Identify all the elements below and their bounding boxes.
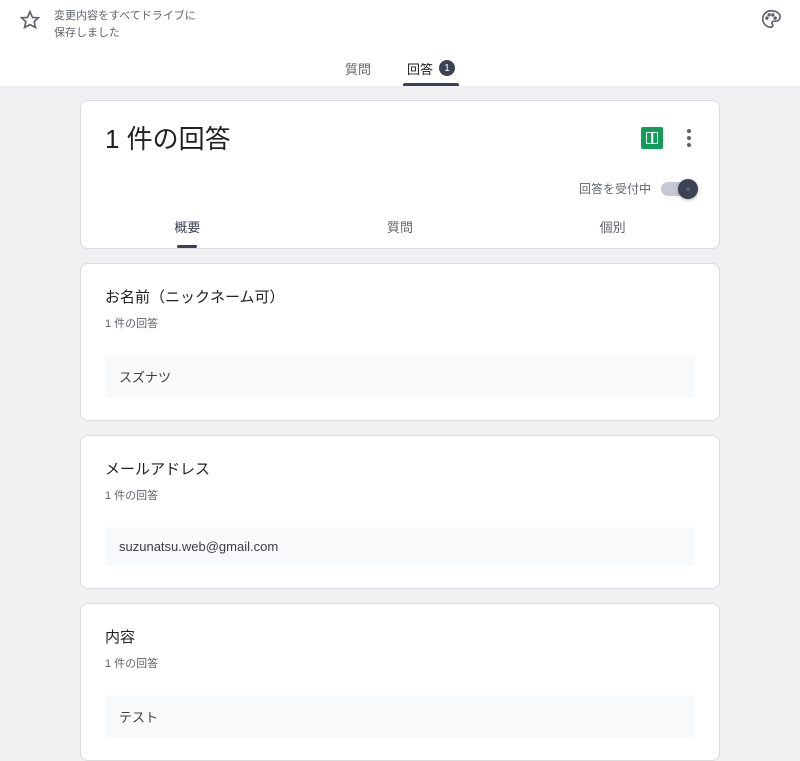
top-bar: 変更内容をすべてドライブに 保存しました 質問 回答 1 [0, 0, 800, 86]
question-card: お名前（ニックネーム可） 1 件の回答 スズナツ [80, 263, 720, 421]
palette-icon[interactable] [760, 8, 782, 30]
tab-questions[interactable]: 質問 [345, 50, 371, 86]
more-menu-icon[interactable] [683, 125, 695, 151]
response-count: 1 件の回答 [105, 655, 695, 671]
question-title: 内容 [105, 626, 695, 647]
answer-value: スズナツ [105, 355, 695, 398]
save-status: 変更内容をすべてドライブに 保存しました [54, 8, 196, 41]
answer-value: テスト [105, 695, 695, 738]
responses-count-badge: 1 [439, 60, 455, 76]
accepting-toggle[interactable] [661, 182, 695, 196]
question-card: 内容 1 件の回答 テスト [80, 603, 720, 761]
star-icon[interactable] [20, 10, 40, 30]
sub-tabs: 概要 質問 個別 [81, 207, 719, 248]
question-card: メールアドレス 1 件の回答 suzunatsu.web@gmail.com [80, 435, 720, 589]
responses-header-card: 1 件の回答 回答を受付中 概要 質問 個別 [80, 100, 720, 249]
sheets-icon[interactable] [641, 127, 663, 149]
sub-tab-individual[interactable]: 個別 [506, 207, 719, 248]
response-count: 1 件の回答 [105, 487, 695, 503]
question-title: お名前（ニックネーム可） [105, 286, 695, 307]
answer-value: suzunatsu.web@gmail.com [105, 527, 695, 566]
tab-responses[interactable]: 回答 1 [407, 50, 455, 86]
responses-title: 1 件の回答 [105, 119, 641, 156]
main-tabs: 質問 回答 1 [0, 50, 800, 86]
accepting-label: 回答を受付中 [579, 180, 651, 197]
sub-tab-summary[interactable]: 概要 [81, 207, 294, 248]
response-count: 1 件の回答 [105, 315, 695, 331]
question-title: メールアドレス [105, 458, 695, 479]
sub-tab-question[interactable]: 質問 [294, 207, 507, 248]
